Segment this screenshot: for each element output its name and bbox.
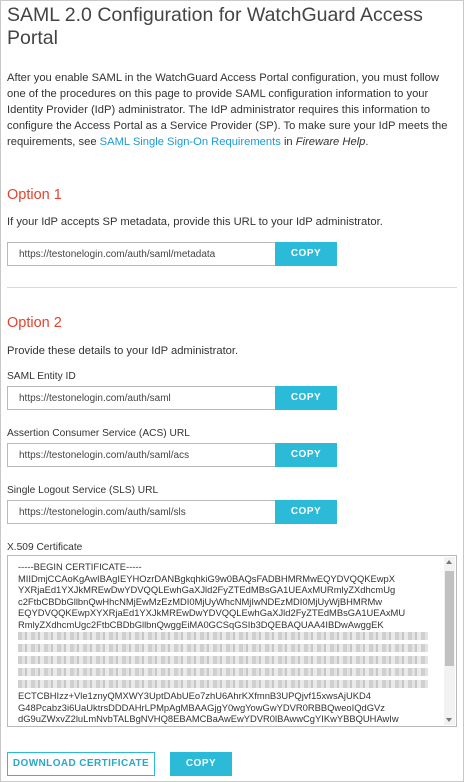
page-title: SAML 2.0 Configuration for WatchGuard Ac…	[7, 4, 423, 49]
fireware-help-text: Fireware Help	[295, 136, 366, 148]
sls-url-copy-button[interactable]: COPY	[275, 500, 337, 524]
redacted-cert-line	[18, 632, 428, 640]
cert-line: MIIDmjCCAoKgAwIBAgIEYHOzrDANBgkqhkiG9w0B…	[18, 572, 396, 584]
saml-requirements-link[interactable]: SAML Single Sign-On Requirements	[100, 136, 281, 148]
acs-url-field[interactable]	[7, 443, 275, 467]
intro-end: .	[365, 136, 369, 148]
intro-paragraph: After you enable SAML in the WatchGuard …	[7, 70, 457, 150]
cert-line: ECTCBHIzz+Vle1znyQMXWY3UptDAbUEo7zhU6Ahr…	[18, 690, 371, 701]
cert-line: -----BEGIN CERTIFICATE-----	[18, 561, 142, 572]
cert-line: c2FtbCBDbGllbnQwHhcNMjEwMzEzMDI0MjUyWhcN…	[18, 595, 383, 607]
certificate-scrollbar[interactable]	[444, 557, 455, 725]
certificate-text-top: -----BEGIN CERTIFICATE----- MIIDmjCCAoKg…	[18, 561, 444, 631]
redacted-cert-line	[18, 668, 428, 676]
certificate-label: X.509 Certificate	[7, 542, 83, 553]
option1-heading: Option 1	[7, 187, 62, 203]
download-certificate-button[interactable]: DOWNLOAD CERTIFICATE	[7, 752, 155, 776]
sls-url-field[interactable]	[7, 500, 275, 524]
certificate-text-bottom: ECTCBHIzz+Vle1znyQMXWY3UptDAbUEo7zhU6Ahr…	[18, 690, 444, 725]
scroll-up-arrow-icon[interactable]	[446, 560, 452, 564]
redacted-cert-line	[18, 680, 428, 688]
entity-id-label: SAML Entity ID	[7, 371, 76, 382]
certificate-textarea[interactable]: -----BEGIN CERTIFICATE----- MIIDmjCCAoKg…	[7, 555, 457, 727]
cert-line: dG9uZWxvZ2luLmNvbTALBgNVHQ8EBAMCBaAwEwYD…	[18, 713, 399, 725]
option2-heading: Option 2	[7, 315, 62, 331]
entity-id-field[interactable]	[7, 386, 275, 410]
scrollbar-thumb[interactable]	[445, 571, 454, 666]
option2-text: Provide these details to your IdP admini…	[7, 345, 239, 357]
acs-url-copy-button[interactable]: COPY	[275, 443, 337, 467]
entity-id-copy-button[interactable]: COPY	[275, 386, 337, 410]
section-divider	[7, 287, 457, 288]
acs-url-label: Assertion Consumer Service (ACS) URL	[7, 428, 190, 439]
metadata-url-field[interactable]	[7, 242, 275, 266]
redacted-cert-line	[18, 644, 428, 652]
intro-in: in	[283, 136, 293, 148]
certificate-copy-button[interactable]: COPY	[170, 752, 232, 776]
cert-line: YXRjaEd1YXJkMREwDwYDVQQLEwhGaXJld2FyZTEd…	[18, 584, 396, 596]
cert-line: RmlyZXdhcmUgc2FtbCBDbGllbnQwggEiMA0GCSqG…	[18, 618, 384, 630]
cert-line: G48Pcabz3i6UaUktrsDDDAHrLPMpAgMBAAGjgY0w…	[18, 701, 385, 713]
cert-line: EQYDVQQKEwpXYXRjaEd1YXJkMREwDwYDVQQLEwhG…	[18, 607, 406, 619]
option1-text: If your IdP accepts SP metadata, provide…	[7, 216, 383, 228]
scroll-down-arrow-icon[interactable]	[446, 718, 452, 722]
metadata-copy-button[interactable]: COPY	[275, 242, 337, 266]
redacted-cert-line	[18, 656, 428, 664]
sls-url-label: Single Logout Service (SLS) URL	[7, 485, 159, 496]
